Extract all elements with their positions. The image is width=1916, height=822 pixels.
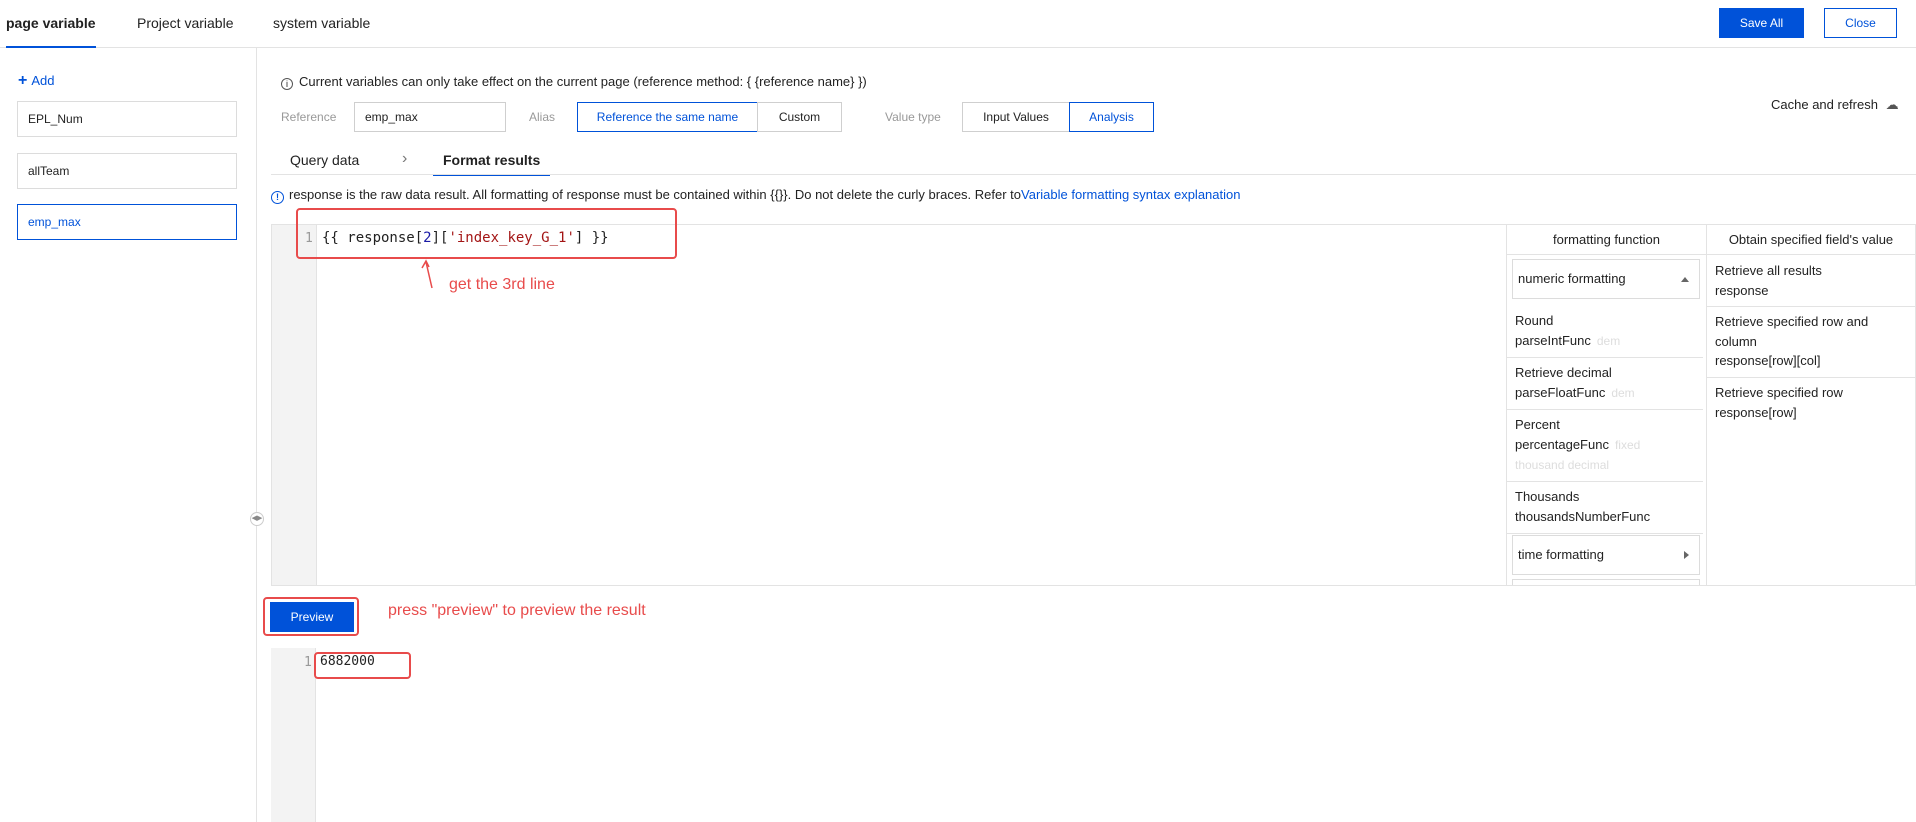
cache-refresh-button[interactable]: Cache and refresh ☁ [1771, 97, 1899, 113]
top-bar: page variable Project variable system va… [0, 0, 1916, 48]
add-label: Add [31, 73, 55, 88]
alias-custom-option[interactable]: Custom [757, 102, 842, 132]
info-icon: i [281, 78, 293, 90]
add-variable-button[interactable]: + Add [18, 72, 54, 90]
variable-item-emp-max[interactable]: emp_max [17, 204, 237, 240]
chevron-right-icon: › [402, 150, 408, 167]
result-highlight-box [314, 652, 411, 679]
hint-text: response is the raw data result. All for… [289, 187, 1022, 202]
alias-same-name-option[interactable]: Reference the same name [577, 102, 758, 132]
annotation-preview: press "preview" to preview the result [388, 602, 646, 619]
subtab-divider [271, 174, 1916, 175]
next-formatting-group[interactable] [1512, 579, 1700, 585]
formatting-function-panel: formatting function numeric formatting R… [1506, 224, 1707, 586]
variable-item-epl-num[interactable]: EPL_Num [17, 101, 237, 137]
function-retrieve-decimal[interactable]: Retrieve decimal parseFloatFunc dem [1507, 357, 1703, 410]
field-panel-title: Obtain specified field's value [1707, 225, 1915, 255]
cache-refresh-label: Cache and refresh [1771, 97, 1878, 112]
syntax-help-link[interactable]: Variable formatting syntax explanation [1021, 187, 1240, 202]
format-hint: ! response is the raw data result. All fo… [271, 187, 1240, 204]
function-round[interactable]: Round parseIntFunc dem [1507, 305, 1703, 358]
annotation-arrow [421, 259, 433, 289]
notice-text: Current variables can only take effect o… [299, 74, 867, 89]
group-label: time formatting [1518, 547, 1604, 562]
annotation-third-line: get the 3rd line [449, 276, 555, 293]
tab-page-variable[interactable]: page variable [6, 0, 96, 48]
save-all-button[interactable]: Save All [1719, 8, 1804, 38]
preview-result-editor: 1 6882000 [271, 648, 1507, 822]
field-row-and-column[interactable]: Retrieve specified row and column respon… [1707, 306, 1915, 378]
alias-label: Alias [529, 110, 556, 124]
close-button[interactable]: Close [1824, 8, 1897, 38]
variable-sidebar: + Add EPL_Num allTeam emp_max [0, 48, 257, 822]
result-line-number: 1 [304, 655, 312, 670]
preview-highlight-box [263, 597, 359, 636]
value-type-analysis[interactable]: Analysis [1069, 102, 1154, 132]
field-value-panel: Obtain specified field's value Retrieve … [1706, 224, 1916, 586]
function-percent[interactable]: Percent percentageFunc fixed thousand dec… [1507, 409, 1703, 482]
caret-up-icon [1681, 277, 1689, 282]
tab-format-results[interactable]: Format results [433, 152, 551, 176]
cloud-refresh-icon: ☁ [1885, 97, 1899, 112]
field-row[interactable]: Retrieve specified row response[row] [1707, 377, 1915, 428]
editor-gutter [272, 225, 317, 585]
group-label: numeric formatting [1518, 271, 1626, 286]
variable-item-allteam[interactable]: allTeam [17, 153, 237, 189]
function-thousands[interactable]: Thousands thousandsNumberFunc [1507, 481, 1703, 534]
code-highlight-box [296, 208, 677, 259]
plus-icon: + [18, 72, 28, 89]
numeric-formatting-group[interactable]: numeric formatting [1512, 259, 1700, 299]
scope-notice: i Current variables can only take effect … [281, 74, 867, 90]
caret-right-icon [1684, 551, 1689, 559]
field-all-results[interactable]: Retrieve all results response [1707, 255, 1915, 307]
panel-resize-handle[interactable]: ◀▶ [250, 512, 264, 526]
reference-input[interactable]: emp_max [354, 102, 506, 132]
reference-label: Reference [281, 110, 337, 124]
tab-query-data[interactable]: Query data [290, 152, 359, 174]
info-icon: ! [271, 191, 284, 204]
value-type-label: Value type [885, 110, 941, 124]
time-formatting-group[interactable]: time formatting [1512, 535, 1700, 575]
value-type-input-values[interactable]: Input Values [962, 102, 1070, 132]
result-gutter [271, 648, 316, 822]
tab-system-variable[interactable]: system variable [273, 0, 370, 48]
tab-project-variable[interactable]: Project variable [137, 0, 234, 48]
formatting-panel-title: formatting function [1507, 225, 1706, 255]
